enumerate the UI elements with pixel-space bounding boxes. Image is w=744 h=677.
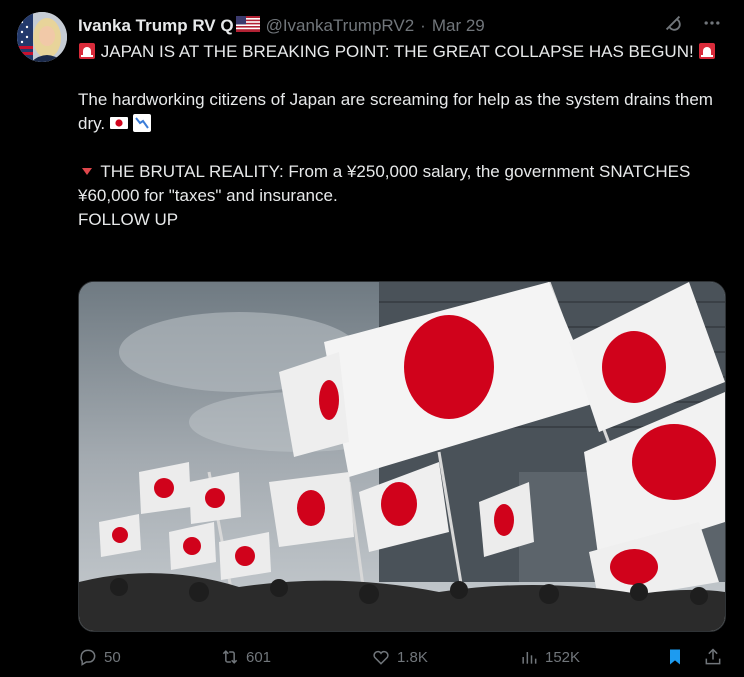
- header-separator: ·: [420, 16, 426, 35]
- tweet-headline: JAPAN IS AT THE BREAKING POINT: THE GREA…: [100, 42, 694, 61]
- reply-count: 50: [104, 648, 121, 666]
- tweet-header: Ivanka Trump RV Q @IvankaTrumpRV2 · Mar …: [78, 13, 724, 39]
- views-icon: [522, 652, 537, 664]
- author-avatar[interactable]: [17, 12, 67, 62]
- chart-decreasing-icon: [132, 114, 151, 132]
- japan-flag-icon: [109, 117, 128, 129]
- red-triangle-down-icon: [82, 168, 92, 175]
- bookmark-button[interactable]: [665, 647, 685, 667]
- rotating-light-icon: [699, 43, 716, 59]
- heart-icon: [373, 650, 389, 665]
- repost-icon: [222, 650, 238, 664]
- rotating-light-icon: [79, 43, 95, 59]
- tweet-body: The hardworking citizens of Japan are sc…: [78, 90, 713, 133]
- repost-count: 601: [246, 648, 272, 666]
- tweet-line-reality: THE BRUTAL REALITY: From a ¥250,000 sala…: [78, 160, 718, 208]
- author-name[interactable]: Ivanka Trump RV Q: [78, 16, 234, 36]
- repost-button[interactable]: 601: [220, 647, 271, 667]
- grok-icon[interactable]: [662, 12, 684, 39]
- like-button[interactable]: 1.8K: [371, 647, 428, 667]
- bookmark-icon: [670, 649, 680, 665]
- share-icon: [705, 648, 721, 665]
- tweet-date[interactable]: Mar 29: [432, 16, 485, 36]
- japan-flags-photo: [79, 282, 725, 631]
- reply-icon: [80, 649, 96, 666]
- share-button[interactable]: [703, 647, 723, 667]
- header-actions: [662, 12, 722, 39]
- views-button[interactable]: 152K: [519, 647, 580, 667]
- reply-button[interactable]: 50: [78, 647, 121, 667]
- views-count: 152K: [545, 648, 581, 666]
- tweet-action-bar: 50 601 1.8K 152K: [78, 644, 724, 670]
- more-options-icon[interactable]: [702, 13, 722, 38]
- tweet-follow-up: FOLLOW UP: [78, 210, 179, 229]
- tweet-media-image[interactable]: [78, 281, 726, 632]
- tweet-line-body: The hardworking citizens of Japan are sc…: [78, 88, 718, 136]
- like-count: 1.8K: [397, 648, 428, 666]
- tweet-reality: THE BRUTAL REALITY: From a ¥250,000 sala…: [78, 162, 691, 205]
- avatar-image: [17, 12, 67, 62]
- tweet-text: JAPAN IS AT THE BREAKING POINT: THE GREA…: [78, 40, 718, 232]
- us-flag-icon: [235, 15, 260, 37]
- author-handle[interactable]: @IvankaTrumpRV2: [266, 16, 415, 36]
- tweet-line-headline: JAPAN IS AT THE BREAKING POINT: THE GREA…: [78, 40, 718, 64]
